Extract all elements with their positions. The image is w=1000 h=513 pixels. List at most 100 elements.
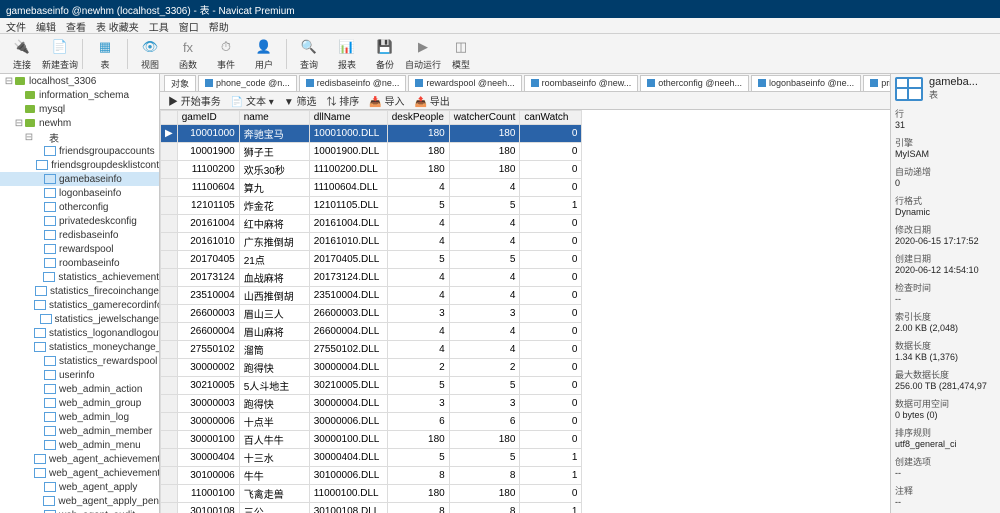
table-row[interactable]: 30000002跑得快30000004.DLL220: [161, 359, 582, 377]
table-row[interactable]: 30100108三公30100108.DLL881: [161, 503, 582, 513]
cell[interactable]: 180: [387, 125, 449, 143]
cell[interactable]: 0: [520, 125, 582, 143]
table-statistics_achievement[interactable]: statistics_achievement: [0, 270, 159, 284]
import[interactable]: 📥 导入: [369, 93, 404, 108]
cell[interactable]: 180: [387, 431, 449, 449]
cell[interactable]: 27550102: [177, 341, 239, 359]
table-row[interactable]: 30100006牛牛30100006.DLL881: [161, 467, 582, 485]
cell[interactable]: 5: [387, 377, 449, 395]
cell[interactable]: 20173124: [177, 269, 239, 287]
cell[interactable]: 30000100.DLL: [309, 431, 387, 449]
cell[interactable]: 欢乐30秒: [239, 161, 309, 179]
cell[interactable]: 26600003: [177, 305, 239, 323]
view-button[interactable]: 👁视图: [132, 35, 168, 73]
newquery-button[interactable]: 📄新建查询: [42, 35, 78, 73]
cell[interactable]: 30000006: [177, 413, 239, 431]
table-row[interactable]: 12101105炸金花12101105.DLL551: [161, 197, 582, 215]
db-newhm[interactable]: ⊟newhm: [0, 116, 159, 130]
table-row[interactable]: 26600004眉山麻将26600004.DLL440: [161, 323, 582, 341]
col-dllName[interactable]: dllName: [309, 111, 387, 125]
cell[interactable]: 0: [520, 269, 582, 287]
table-button[interactable]: ▦表: [87, 35, 123, 73]
table-userinfo[interactable]: userinfo: [0, 368, 159, 382]
cell[interactable]: 30000404: [177, 449, 239, 467]
cell[interactable]: 牛牛: [239, 467, 309, 485]
table-roombaseinfo[interactable]: roombaseinfo: [0, 256, 159, 270]
cell[interactable]: 26600004: [177, 323, 239, 341]
table-row[interactable]: 11100200欢乐30秒11100200.DLL1801800: [161, 161, 582, 179]
cell[interactable]: 炸金花: [239, 197, 309, 215]
cell[interactable]: 180: [387, 143, 449, 161]
cell[interactable]: 3: [387, 395, 449, 413]
cell[interactable]: 12101105.DLL: [309, 197, 387, 215]
cell[interactable]: 30100108: [177, 503, 239, 513]
table-row[interactable]: 27550102溜筒27550102.DLL440: [161, 341, 582, 359]
cell[interactable]: 0: [520, 179, 582, 197]
db-mysql[interactable]: mysql: [0, 102, 159, 116]
table-statistics_rewardspool[interactable]: statistics_rewardspool: [0, 354, 159, 368]
cell[interactable]: 20170405.DLL: [309, 251, 387, 269]
table-statistics_moneychange_h[interactable]: statistics_moneychange_h: [0, 340, 159, 354]
tab-3[interactable]: rewardspool @neeh...: [408, 75, 521, 91]
table-web_admin_member[interactable]: web_admin_member: [0, 424, 159, 438]
cell[interactable]: 5: [449, 449, 520, 467]
table-friendsgroupdesklistcont[interactable]: friendsgroupdesklistcont: [0, 158, 159, 172]
cell[interactable]: 11100200: [177, 161, 239, 179]
cell[interactable]: 8: [449, 503, 520, 513]
cell[interactable]: 20161010.DLL: [309, 233, 387, 251]
table-web_agent_audit[interactable]: web_agent_audit: [0, 508, 159, 513]
cell[interactable]: 1: [520, 503, 582, 513]
table-row[interactable]: 11100604算九11100604.DLL440: [161, 179, 582, 197]
cell[interactable]: 23510004.DLL: [309, 287, 387, 305]
cell[interactable]: 10001900.DLL: [309, 143, 387, 161]
cell[interactable]: 0: [520, 251, 582, 269]
cell[interactable]: 5: [449, 197, 520, 215]
cell[interactable]: 0: [520, 143, 582, 161]
cell[interactable]: 5: [387, 449, 449, 467]
table-row[interactable]: 30000100百人牛牛30000100.DLL1801800: [161, 431, 582, 449]
cell[interactable]: 4: [449, 215, 520, 233]
report-button[interactable]: 📊报表: [329, 35, 365, 73]
cell[interactable]: 0: [520, 305, 582, 323]
cell[interactable]: 30000100: [177, 431, 239, 449]
cell[interactable]: 30210005: [177, 377, 239, 395]
table-row[interactable]: 30000006十点半30000006.DLL660: [161, 413, 582, 431]
cell[interactable]: 0: [520, 377, 582, 395]
cell[interactable]: 30100108.DLL: [309, 503, 387, 513]
table-row[interactable]: 30000404十三水30000404.DLL551: [161, 449, 582, 467]
cell[interactable]: 1: [520, 197, 582, 215]
cell[interactable]: 5人斗地主: [239, 377, 309, 395]
table-statistics_gamerecordinfo[interactable]: statistics_gamerecordinfo: [0, 298, 159, 312]
cell[interactable]: 山西推倒胡: [239, 287, 309, 305]
cell[interactable]: 30000004.DLL: [309, 359, 387, 377]
table-privatedeskconfig[interactable]: privatedeskconfig: [0, 214, 159, 228]
cell[interactable]: 30000004.DLL: [309, 395, 387, 413]
cell[interactable]: 11000100.DLL: [309, 485, 387, 503]
cell[interactable]: 180: [387, 161, 449, 179]
cell[interactable]: 180: [387, 485, 449, 503]
tab-5[interactable]: otherconfig @neeh...: [640, 75, 749, 91]
cell[interactable]: 11100604.DLL: [309, 179, 387, 197]
col-deskPeople[interactable]: deskPeople: [387, 111, 449, 125]
db-information_schema[interactable]: information_schema: [0, 88, 159, 102]
cell[interactable]: 十点半: [239, 413, 309, 431]
cell[interactable]: 3: [449, 395, 520, 413]
cell[interactable]: 0: [520, 233, 582, 251]
table-rewardspool[interactable]: rewardspool: [0, 242, 159, 256]
sidebar[interactable]: ⊟localhost_3306information_schemamysql⊟n…: [0, 74, 160, 513]
cell[interactable]: 4: [449, 179, 520, 197]
cell[interactable]: 0: [520, 161, 582, 179]
menu-查看[interactable]: 查看: [66, 19, 86, 32]
model-button[interactable]: ◫模型: [443, 35, 479, 73]
menu-文件[interactable]: 文件: [6, 19, 26, 32]
tables-folder[interactable]: ⊟表: [0, 130, 159, 144]
cell[interactable]: 0: [520, 485, 582, 503]
cell[interactable]: 5: [449, 251, 520, 269]
table-row[interactable]: 302100055人斗地主30210005.DLL550: [161, 377, 582, 395]
table-row[interactable]: 2017040521点20170405.DLL550: [161, 251, 582, 269]
tab-1[interactable]: phone_code @n...: [198, 75, 297, 91]
menu-表 收藏夹[interactable]: 表 收藏夹: [96, 19, 139, 32]
table-row[interactable]: 20173124血战麻将20173124.DLL440: [161, 269, 582, 287]
cell[interactable]: 180: [449, 125, 520, 143]
table-logonbaseinfo[interactable]: logonbaseinfo: [0, 186, 159, 200]
